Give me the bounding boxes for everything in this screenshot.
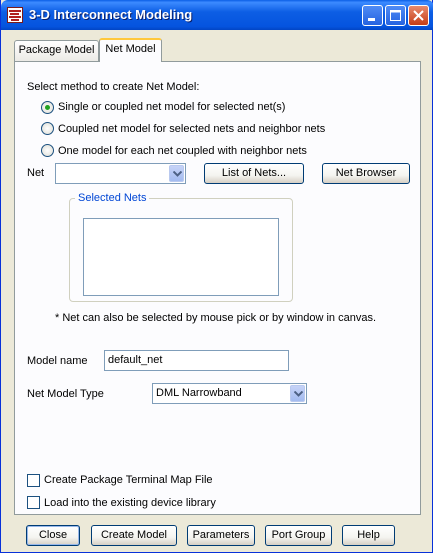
title-bar[interactable]: 3-D Interconnect Modeling <box>1 0 433 30</box>
net-model-type-dropdown-button[interactable] <box>290 385 305 402</box>
tab-label: Net Model <box>105 43 156 55</box>
radio-label-one-model-each[interactable]: One model for each net coupled with neig… <box>58 145 307 157</box>
load-device-library-checkbox[interactable] <box>27 496 40 509</box>
tab-package-model[interactable]: Package Model <box>14 40 99 61</box>
net-model-type-select[interactable]: DML Narrowband <box>152 383 307 404</box>
selected-nets-title: Selected Nets <box>75 192 150 204</box>
parameters-button[interactable]: Parameters <box>187 525 255 546</box>
list-of-nets-button[interactable]: List of Nets... <box>204 163 304 184</box>
selection-note: * Net can also be selected by mouse pick… <box>55 312 376 324</box>
create-terminal-map-label[interactable]: Create Package Terminal Map File <box>44 474 213 486</box>
minimize-icon <box>368 18 375 21</box>
radio-label-coupled-neighbor[interactable]: Coupled net model for selected nets and … <box>58 123 325 135</box>
net-model-type-value: DML Narrowband <box>156 387 242 399</box>
radio-label-single-coupled[interactable]: Single or coupled net model for selected… <box>58 101 285 113</box>
app-icon <box>7 7 23 23</box>
radio-selected-dot <box>45 105 50 110</box>
net-combo-dropdown-button[interactable] <box>169 165 184 182</box>
minimize-button[interactable] <box>362 5 383 26</box>
net-browser-button[interactable]: Net Browser <box>322 163 410 184</box>
model-name-label: Model name <box>27 355 88 367</box>
load-device-library-label[interactable]: Load into the existing device library <box>44 497 216 509</box>
method-prompt: Select method to create Net Model: <box>27 81 200 93</box>
create-model-button[interactable]: Create Model <box>91 525 177 546</box>
close-icon <box>413 10 424 21</box>
model-name-input[interactable]: default_net <box>104 350 289 371</box>
window-title: 3-D Interconnect Modeling <box>29 7 193 22</box>
create-terminal-map-checkbox[interactable] <box>27 474 40 487</box>
chevron-down-icon <box>173 171 182 177</box>
net-combo[interactable] <box>55 163 186 184</box>
radio-one-model-each[interactable] <box>41 144 54 157</box>
port-group-button[interactable]: Port Group <box>265 525 332 546</box>
dialog-window: 3-D Interconnect Modeling Package Model … <box>0 0 433 553</box>
tab-net-model[interactable]: Net Model <box>99 38 162 62</box>
maximize-icon <box>390 10 401 21</box>
close-window-button[interactable] <box>408 5 429 26</box>
chevron-down-icon <box>294 391 303 397</box>
help-button[interactable]: Help <box>342 525 395 546</box>
radio-single-coupled[interactable] <box>41 101 54 114</box>
close-button[interactable]: Close <box>26 525 80 546</box>
model-name-value: default_net <box>108 354 163 366</box>
maximize-button[interactable] <box>385 5 406 26</box>
tab-label: Package Model <box>18 44 95 56</box>
net-label: Net <box>27 167 45 179</box>
radio-coupled-neighbor[interactable] <box>41 122 54 135</box>
selected-nets-list[interactable] <box>83 218 279 296</box>
net-model-type-label: Net Model Type <box>27 388 104 400</box>
